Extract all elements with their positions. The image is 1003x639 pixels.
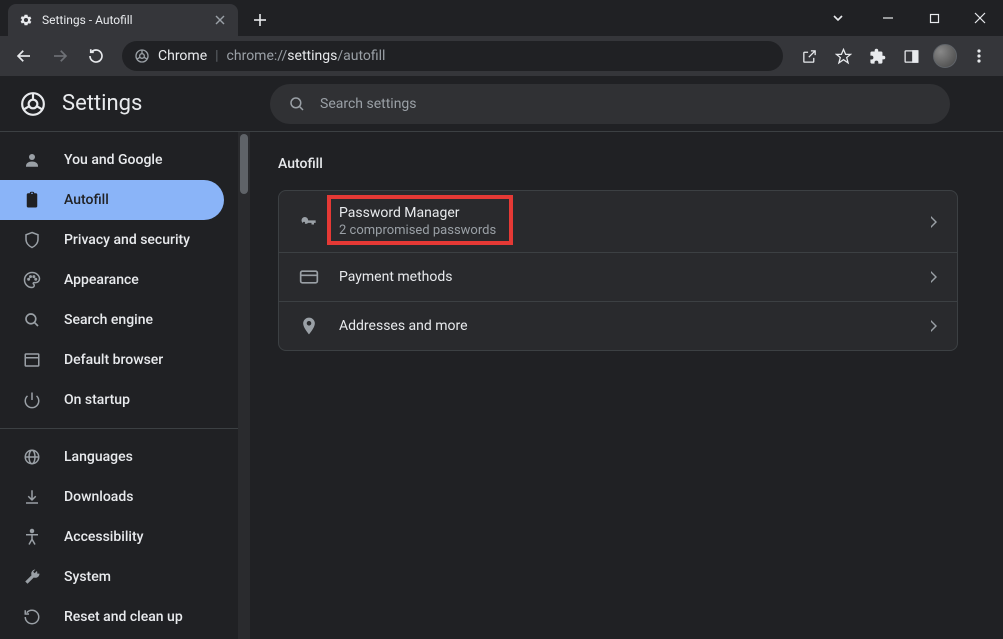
sidebar-item-label: Reset and clean up: [64, 609, 183, 625]
person-icon: [22, 150, 42, 170]
window-controls: [815, 0, 1003, 36]
settings-sidebar: You and Google Autofill Privacy and secu…: [0, 132, 238, 639]
autofill-card: Password Manager 2 compromised passwords…: [278, 190, 958, 351]
side-panel-icon[interactable]: [895, 40, 927, 72]
scrollbar-thumb[interactable]: [240, 134, 248, 194]
close-icon[interactable]: [212, 12, 228, 28]
restore-icon: [22, 607, 42, 627]
browser-toolbar: Chrome | chrome://settings/autofill: [0, 36, 1003, 76]
sidebar-item-label: Autofill: [64, 192, 109, 208]
row-payment-methods[interactable]: Payment methods: [279, 252, 957, 301]
chrome-favicon-icon: [134, 48, 150, 64]
minimize-button[interactable]: [865, 3, 911, 33]
chrome-logo-icon: [20, 91, 46, 117]
search-icon: [22, 310, 42, 330]
sidebar-item-languages[interactable]: Languages: [0, 437, 224, 477]
shield-icon: [22, 230, 42, 250]
power-icon: [22, 390, 42, 410]
settings-main: Autofill Password Manager 2 compromised …: [250, 132, 1003, 639]
window-titlebar: Settings - Autofill: [0, 0, 1003, 36]
section-title: Autofill: [278, 156, 975, 172]
download-icon: [22, 487, 42, 507]
sidebar-item-search-engine[interactable]: Search engine: [0, 300, 224, 340]
profile-avatar[interactable]: [929, 40, 961, 72]
omnibox-chrome-label: Chrome: [158, 48, 207, 64]
sidebar-item-label: On startup: [64, 392, 130, 408]
sidebar-item-system[interactable]: System: [0, 557, 224, 597]
extensions-icon[interactable]: [861, 40, 893, 72]
search-input[interactable]: [320, 96, 932, 112]
row-title: Addresses and more: [339, 318, 909, 334]
sidebar-item-label: Accessibility: [64, 529, 143, 545]
accessibility-icon: [22, 527, 42, 547]
sidebar-item-you-and-google[interactable]: You and Google: [0, 140, 224, 180]
row-password-manager[interactable]: Password Manager 2 compromised passwords: [279, 191, 957, 252]
sidebar-item-accessibility[interactable]: Accessibility: [0, 517, 224, 557]
clipboard-icon: [22, 190, 42, 210]
omnibox-separator: |: [215, 48, 218, 64]
forward-button[interactable]: [44, 40, 76, 72]
sidebar-item-label: Downloads: [64, 489, 133, 505]
new-tab-button[interactable]: [246, 6, 274, 34]
card-icon: [299, 267, 319, 287]
search-settings-box[interactable]: [270, 84, 950, 124]
chevron-right-icon: [929, 320, 937, 332]
sidebar-item-downloads[interactable]: Downloads: [0, 477, 224, 517]
sidebar-item-label: Appearance: [64, 272, 139, 288]
gear-icon: [18, 12, 34, 28]
wrench-icon: [22, 567, 42, 587]
sidebar-item-appearance[interactable]: Appearance: [0, 260, 224, 300]
sidebar-item-label: Privacy and security: [64, 232, 190, 248]
settings-title: Settings: [62, 91, 142, 116]
sidebar-item-privacy[interactable]: Privacy and security: [0, 220, 224, 260]
sidebar-scrollbar[interactable]: [238, 132, 250, 639]
menu-icon[interactable]: [963, 40, 995, 72]
sidebar-item-label: Search engine: [64, 312, 153, 328]
palette-icon: [22, 270, 42, 290]
settings-header: Settings: [0, 76, 1003, 132]
sidebar-divider: [0, 428, 238, 429]
location-icon: [299, 316, 319, 336]
chevron-right-icon: [929, 271, 937, 283]
globe-icon: [22, 447, 42, 467]
browser-tab[interactable]: Settings - Autofill: [8, 4, 238, 36]
row-title: Password Manager: [339, 205, 909, 221]
reload-button[interactable]: [80, 40, 112, 72]
address-bar[interactable]: Chrome | chrome://settings/autofill: [122, 41, 783, 71]
chevron-right-icon: [929, 216, 937, 228]
bookmark-icon[interactable]: [827, 40, 859, 72]
sidebar-item-default-browser[interactable]: Default browser: [0, 340, 224, 380]
search-icon: [288, 95, 306, 113]
sidebar-item-label: Languages: [64, 449, 133, 465]
share-icon[interactable]: [793, 40, 825, 72]
sidebar-item-autofill[interactable]: Autofill: [0, 180, 224, 220]
close-window-button[interactable]: [957, 3, 1003, 33]
key-icon: [299, 212, 319, 232]
browser-icon: [22, 350, 42, 370]
omnibox-url: chrome://settings/autofill: [227, 48, 386, 64]
sidebar-item-label: System: [64, 569, 111, 585]
row-subtitle: 2 compromised passwords: [339, 223, 909, 238]
sidebar-item-label: Default browser: [64, 352, 163, 368]
row-title: Payment methods: [339, 269, 909, 285]
sidebar-item-on-startup[interactable]: On startup: [0, 380, 224, 420]
chevron-down-icon[interactable]: [815, 3, 861, 33]
back-button[interactable]: [8, 40, 40, 72]
row-addresses[interactable]: Addresses and more: [279, 301, 957, 350]
maximize-button[interactable]: [911, 3, 957, 33]
sidebar-item-label: You and Google: [64, 152, 162, 168]
sidebar-item-reset[interactable]: Reset and clean up: [0, 597, 224, 637]
tab-title: Settings - Autofill: [42, 13, 204, 27]
